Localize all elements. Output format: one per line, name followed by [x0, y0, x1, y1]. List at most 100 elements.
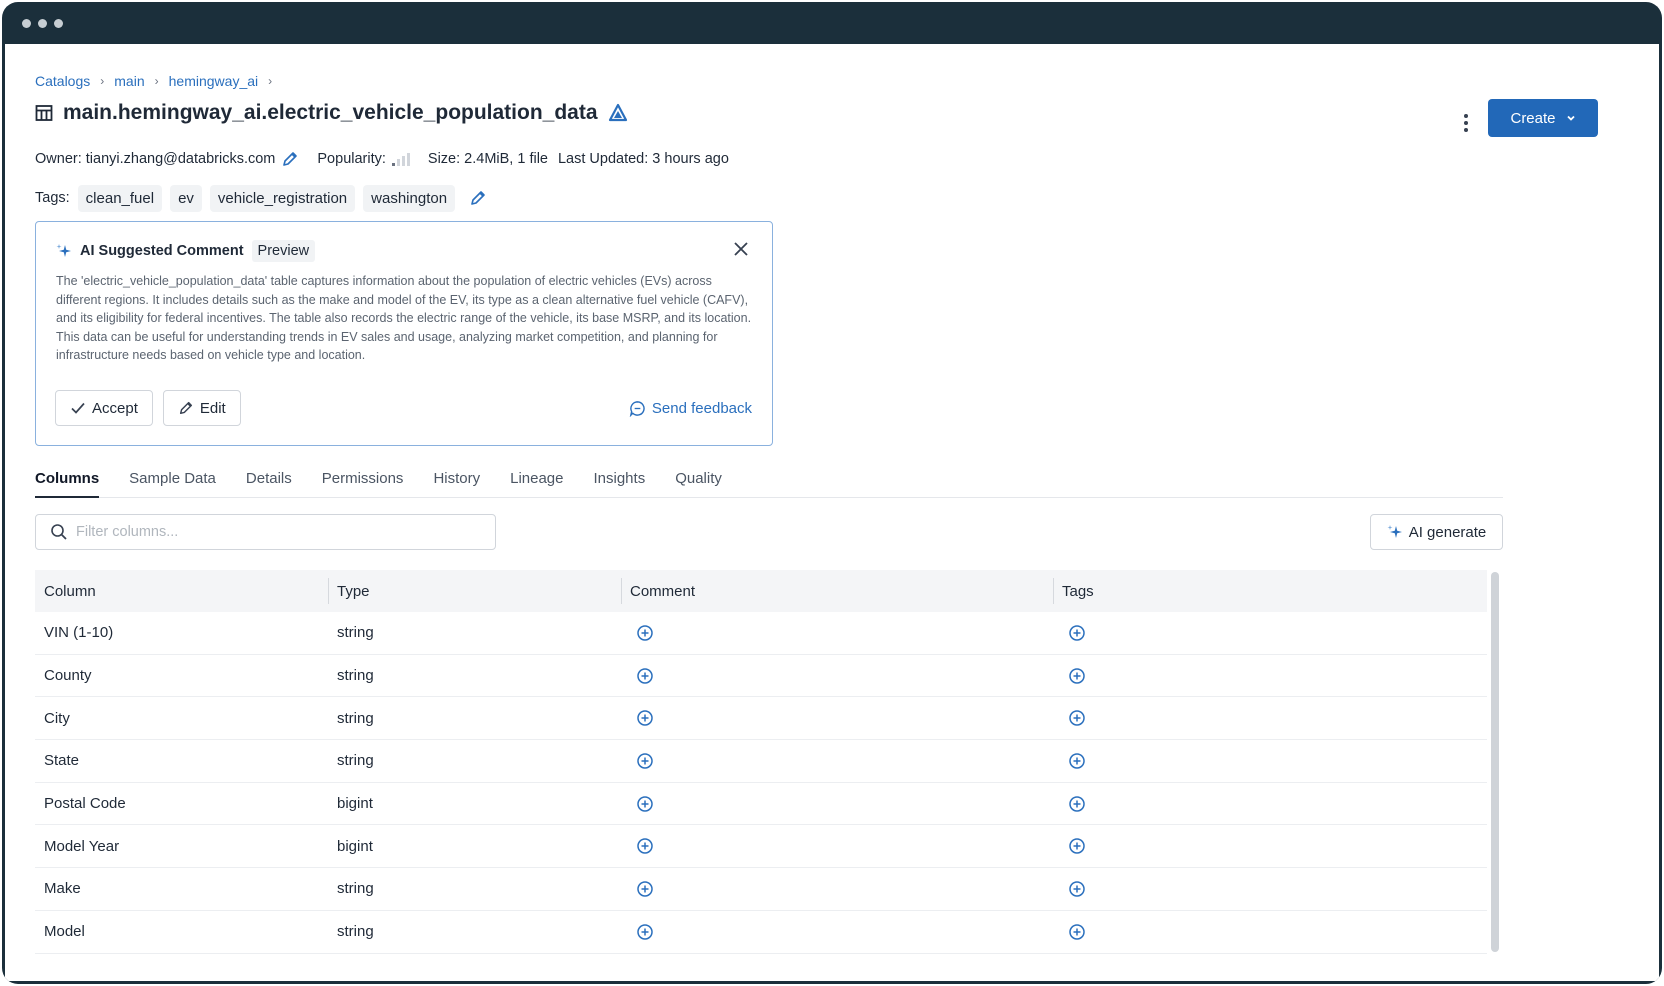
add-comment-icon[interactable] [636, 880, 654, 898]
tab-sample-data[interactable]: Sample Data [129, 470, 216, 498]
check-icon [71, 402, 85, 414]
tab-insights[interactable]: Insights [594, 470, 646, 498]
add-comment-icon[interactable] [636, 837, 654, 855]
table-icon [35, 105, 53, 121]
ai-comment-header: AI Suggested Comment Preview [56, 240, 752, 262]
column-header-tags[interactable]: Tags [1053, 570, 1487, 612]
search-icon [51, 524, 67, 540]
table-row[interactable]: City string [35, 697, 1487, 741]
breadcrumb-schema[interactable]: hemingway_ai [169, 73, 259, 89]
pencil-icon[interactable] [469, 189, 487, 207]
close-icon[interactable] [732, 240, 750, 258]
last-updated-info: Last Updated: 3 hours ago [557, 151, 729, 167]
pencil-icon[interactable] [281, 150, 299, 168]
table-row[interactable]: Postal Code bigint [35, 783, 1487, 826]
table-body: VIN (1-10) string County string City string St… [35, 612, 1487, 954]
preview-badge: Preview [251, 240, 316, 262]
add-tag-icon[interactable] [1068, 837, 1086, 855]
add-tag-icon[interactable] [1068, 709, 1086, 727]
tags-cell [1053, 709, 1487, 727]
column-type-cell: bigint [337, 795, 373, 813]
table-row[interactable]: State string [35, 740, 1487, 783]
column-type-cell: string [337, 624, 374, 642]
ai-suggested-comment-panel: AI Suggested Comment Preview The 'electr… [35, 221, 773, 446]
add-tag-icon[interactable] [1068, 880, 1086, 898]
chevron-right-icon: › [154, 74, 159, 88]
column-name-cell: County [44, 667, 92, 685]
popularity-info: Popularity: [317, 151, 410, 167]
metadata-row: Owner: tianyi.zhang@databricks.com Popul… [35, 148, 729, 170]
chevron-right-icon: › [100, 74, 105, 88]
table-row[interactable]: County string [35, 655, 1487, 698]
page-title: main.hemingway_ai.electric_vehicle_popul… [63, 101, 598, 124]
send-feedback-link[interactable]: Send feedback [629, 400, 752, 417]
column-type-cell: string [337, 752, 374, 770]
breadcrumb-catalogs[interactable]: Catalogs [35, 73, 90, 89]
table-row[interactable]: Model string [35, 911, 1487, 954]
page-content: Catalogs › main › hemingway_ai › main.he… [5, 44, 1659, 981]
app-window: Catalogs › main › hemingway_ai › main.he… [2, 2, 1662, 984]
column-header-column[interactable]: Column [35, 570, 328, 612]
comment-cell [621, 837, 1053, 855]
column-name-cell: State [44, 752, 80, 770]
tag-chip[interactable]: clean_fuel [77, 184, 163, 212]
add-tag-icon[interactable] [1068, 624, 1086, 642]
window-titlebar [2, 2, 1662, 44]
table-scrollbar[interactable] [1491, 572, 1499, 952]
add-comment-icon[interactable] [636, 624, 654, 642]
minimize-window-dot[interactable] [38, 19, 47, 28]
tab-permissions[interactable]: Permissions [322, 470, 404, 498]
chat-bubble-icon [629, 401, 645, 417]
table-row[interactable]: VIN (1-10) string [35, 612, 1487, 655]
column-type-cell: string [337, 709, 374, 727]
filter-columns-input[interactable] [76, 524, 456, 540]
tab-quality[interactable]: Quality [675, 470, 722, 498]
close-window-dot[interactable] [22, 19, 31, 28]
tag-chip[interactable]: washington [363, 184, 456, 212]
column-header-comment[interactable]: Comment [621, 570, 1053, 612]
breadcrumb: Catalogs › main › hemingway_ai › [35, 72, 1619, 90]
send-feedback-label: Send feedback [651, 400, 752, 417]
accept-button[interactable]: Accept [55, 390, 153, 426]
edit-button-label: Edit [199, 399, 226, 417]
add-tag-icon[interactable] [1068, 752, 1086, 770]
add-comment-icon[interactable] [636, 752, 654, 770]
comment-cell [621, 880, 1053, 898]
filter-columns-field[interactable] [35, 514, 496, 550]
chevron-down-icon [1566, 115, 1575, 121]
ai-generate-label: AI generate [1408, 523, 1487, 541]
add-tag-icon[interactable] [1068, 923, 1086, 941]
tags-cell [1053, 667, 1487, 685]
title-row: main.hemingway_ai.electric_vehicle_popul… [35, 98, 628, 128]
add-tag-icon[interactable] [1068, 795, 1086, 813]
column-header-type[interactable]: Type [328, 570, 621, 612]
add-comment-icon[interactable] [636, 795, 654, 813]
ai-generate-button[interactable]: AI generate [1370, 514, 1503, 550]
add-comment-icon[interactable] [636, 709, 654, 727]
tab-lineage[interactable]: Lineage [510, 470, 563, 498]
tab-details[interactable]: Details [246, 470, 292, 498]
size-info: Size: 2.4MiB, 1 file [427, 151, 548, 167]
delta-icon [608, 103, 627, 122]
tab-history[interactable]: History [433, 470, 480, 498]
table-header: Column Type Comment Tags [35, 570, 1487, 612]
add-tag-icon[interactable] [1068, 667, 1086, 685]
add-comment-icon[interactable] [636, 667, 654, 685]
edit-button[interactable]: Edit [162, 390, 241, 426]
tags-cell [1053, 752, 1487, 770]
create-button[interactable]: Create [1488, 99, 1598, 137]
comment-cell [621, 709, 1053, 727]
maximize-window-dot[interactable] [54, 19, 63, 28]
more-options-button[interactable] [1457, 110, 1475, 136]
table-row[interactable]: Make string [35, 868, 1487, 911]
owner-info: Owner: tianyi.zhang@databricks.com [35, 150, 299, 168]
tag-chip[interactable]: vehicle_registration [209, 184, 356, 212]
table-row[interactable]: Model Year bigint [35, 825, 1487, 869]
tab-columns[interactable]: Columns [35, 470, 100, 498]
column-type-cell: string [337, 880, 374, 898]
comment-cell [621, 923, 1053, 941]
breadcrumb-main[interactable]: main [114, 73, 144, 89]
tag-chip[interactable]: ev [170, 184, 202, 212]
columns-table: Column Type Comment Tags VIN (1-10) strin… [35, 570, 1487, 954]
add-comment-icon[interactable] [636, 923, 654, 941]
